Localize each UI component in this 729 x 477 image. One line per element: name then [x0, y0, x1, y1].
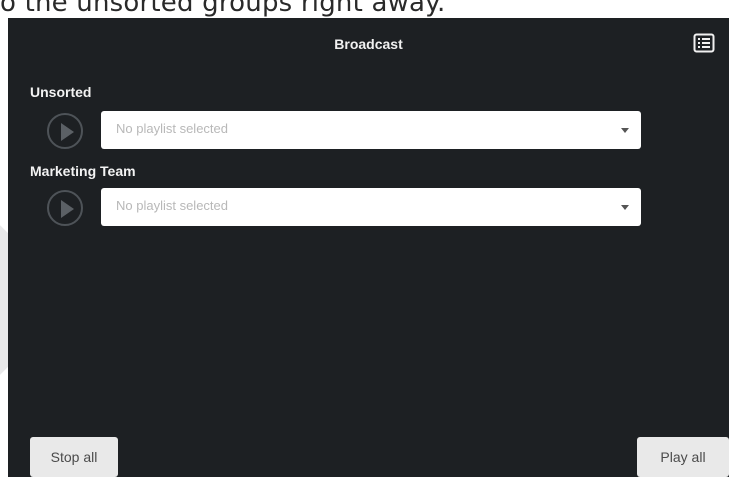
play-marketing-team-button[interactable] — [47, 190, 83, 226]
group-label-unsorted: Unsorted — [30, 84, 92, 100]
page-caption: o the unsorted groups right away. — [0, 0, 446, 18]
panel-header: Broadcast — [8, 18, 729, 74]
chevron-down-icon — [621, 205, 629, 210]
play-icon — [61, 123, 74, 141]
group-label-marketing-team: Marketing Team — [30, 163, 136, 179]
list-view-icon — [693, 33, 715, 53]
list-view-button[interactable] — [693, 33, 715, 53]
play-unsorted-button[interactable] — [47, 113, 83, 149]
playlist-select-marketing-team[interactable]: No playlist selected — [101, 188, 641, 226]
broadcast-panel: Broadcast Unsorted No playlist selected — [8, 18, 729, 477]
playlist-select-marketing-team-value: No playlist selected — [116, 198, 228, 213]
play-all-button[interactable]: Play all — [637, 437, 729, 477]
page-title: Broadcast — [334, 36, 403, 52]
playlist-select-unsorted-value: No playlist selected — [116, 121, 228, 136]
play-icon — [61, 200, 74, 218]
stop-all-button[interactable]: Stop all — [30, 437, 118, 477]
broadcast-screen: o the unsorted groups right away. Broadc… — [0, 0, 729, 477]
playlist-select-unsorted[interactable]: No playlist selected — [101, 111, 641, 149]
chevron-down-icon — [621, 128, 629, 133]
